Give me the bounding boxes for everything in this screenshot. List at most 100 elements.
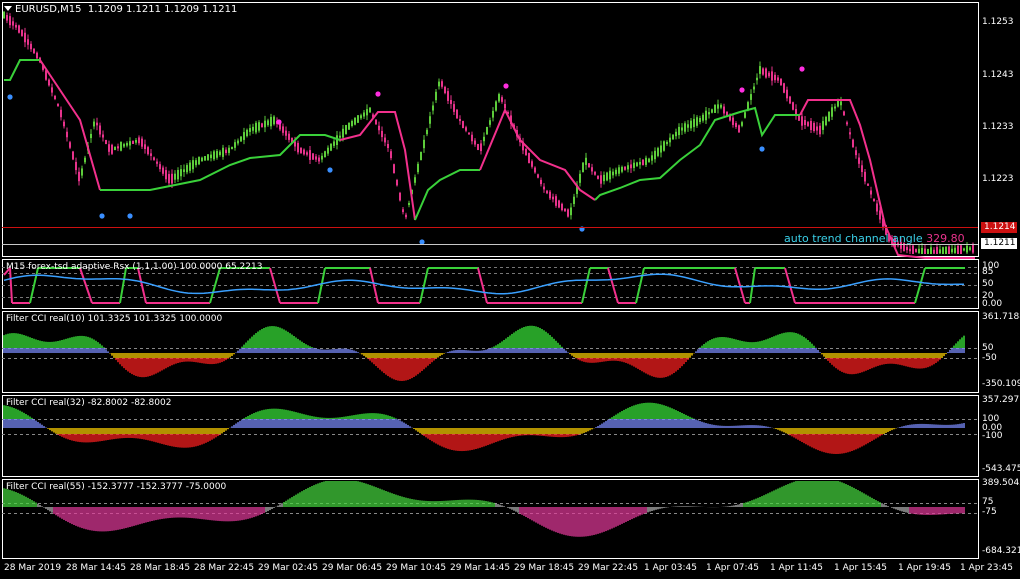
candle-body — [840, 101, 842, 106]
price-axis-label: 1.1223 — [982, 174, 1014, 184]
candle-body — [153, 157, 155, 160]
candle-body — [711, 109, 713, 113]
candle-body — [573, 196, 575, 204]
candle-body — [858, 157, 860, 164]
candle-body — [93, 121, 95, 127]
candle-body — [963, 248, 965, 251]
cci10-axis-label: 361.7188 — [982, 312, 1020, 322]
candle-body — [597, 175, 599, 179]
candle-body — [915, 248, 917, 253]
candle-body — [72, 151, 74, 160]
candle-body — [315, 156, 317, 160]
candle-body — [492, 110, 494, 118]
dropdown-arrow-icon[interactable] — [4, 6, 12, 11]
candle-body — [774, 74, 776, 81]
candle-body — [642, 159, 644, 166]
candle-body — [843, 111, 845, 116]
candle-body — [321, 155, 323, 160]
candle-body — [261, 123, 263, 128]
candle-body — [822, 121, 824, 130]
candle-body — [216, 150, 218, 158]
candle-body — [117, 146, 119, 149]
candle-body — [318, 157, 320, 162]
candle-body — [147, 147, 149, 155]
candle-body — [360, 115, 362, 119]
price-axis-label: 1.1243 — [982, 70, 1014, 80]
candle-body — [246, 129, 248, 137]
candle-body — [648, 158, 650, 163]
candle-body — [123, 144, 125, 147]
candle-body — [759, 66, 761, 74]
candle-body — [99, 125, 101, 135]
cci55-axis-label: -75 — [982, 507, 997, 517]
candle-body — [912, 245, 914, 254]
candle-body — [225, 149, 227, 153]
candle-body — [549, 191, 551, 199]
candle-body — [867, 183, 869, 186]
candle-body — [243, 132, 245, 140]
candle-body — [765, 68, 767, 78]
candle-body — [384, 137, 386, 143]
candle-body — [828, 111, 830, 122]
supertrend-line — [414, 169, 480, 221]
candle-body — [237, 140, 239, 144]
candle-body — [612, 171, 614, 176]
candle-body — [357, 115, 359, 123]
cci55-axis-label: -684.321 — [982, 546, 1020, 556]
candle-body — [663, 141, 665, 151]
candle-body — [252, 126, 254, 131]
time-axis-label: 28 Mar 18:45 — [130, 563, 191, 573]
candle-body — [879, 210, 881, 220]
supertrend-line — [479, 107, 596, 201]
candle-body — [972, 243, 974, 253]
candle-body — [810, 120, 812, 131]
pane-frame — [2, 2, 979, 257]
candle-body — [570, 207, 572, 216]
time-axis-label: 1 Apr 11:45 — [770, 563, 823, 573]
candle-body — [957, 245, 959, 254]
candle-body — [792, 102, 794, 110]
candle-body — [672, 134, 674, 140]
time-axis-label: 29 Mar 14:45 — [450, 563, 511, 573]
candle-body — [816, 126, 818, 131]
candle-body — [693, 118, 695, 128]
candle-body — [141, 138, 143, 147]
candle-body — [849, 132, 851, 135]
candle-body — [234, 142, 236, 148]
candle-body — [96, 122, 98, 126]
candle-body — [255, 122, 257, 133]
candle-body — [12, 21, 14, 26]
candle-body — [9, 16, 11, 26]
candle-body — [264, 120, 266, 128]
bid-price-tag: 1.1214 — [981, 222, 1017, 233]
candle-body — [465, 127, 467, 131]
candle-body — [546, 190, 548, 194]
candle-body — [441, 81, 443, 87]
candle-body — [921, 247, 923, 254]
candle-body — [714, 104, 716, 113]
time-axis-label: 29 Mar 22:45 — [578, 563, 639, 573]
candle-body — [204, 156, 206, 161]
candle-body — [399, 192, 401, 201]
time-axis-label: 28 Mar 14:45 — [66, 563, 127, 573]
signal-dot — [503, 83, 509, 89]
rsx-pane-title: M15 forex-tsd adaptive Rsx (1,1,1.00) 10… — [6, 262, 263, 272]
candle-body — [273, 116, 275, 125]
candle-body — [198, 157, 200, 165]
candle-body — [744, 112, 746, 118]
candle-body — [312, 153, 314, 160]
candle-body — [666, 141, 668, 145]
candle-body — [324, 151, 326, 158]
candle-body — [927, 248, 929, 254]
candle-body — [21, 30, 23, 36]
candle-body — [483, 136, 485, 142]
price-axis-label: 1.1253 — [982, 17, 1014, 27]
signal-dot — [99, 213, 105, 219]
candle-body — [30, 43, 32, 50]
rsx-axis-label: 50 — [982, 279, 994, 289]
price-axis-label: 1.1233 — [982, 122, 1014, 132]
candle-body — [528, 153, 530, 163]
time-axis-label: 1 Apr 19:45 — [898, 563, 951, 573]
candle-body — [486, 126, 488, 135]
candle-body — [282, 126, 284, 133]
